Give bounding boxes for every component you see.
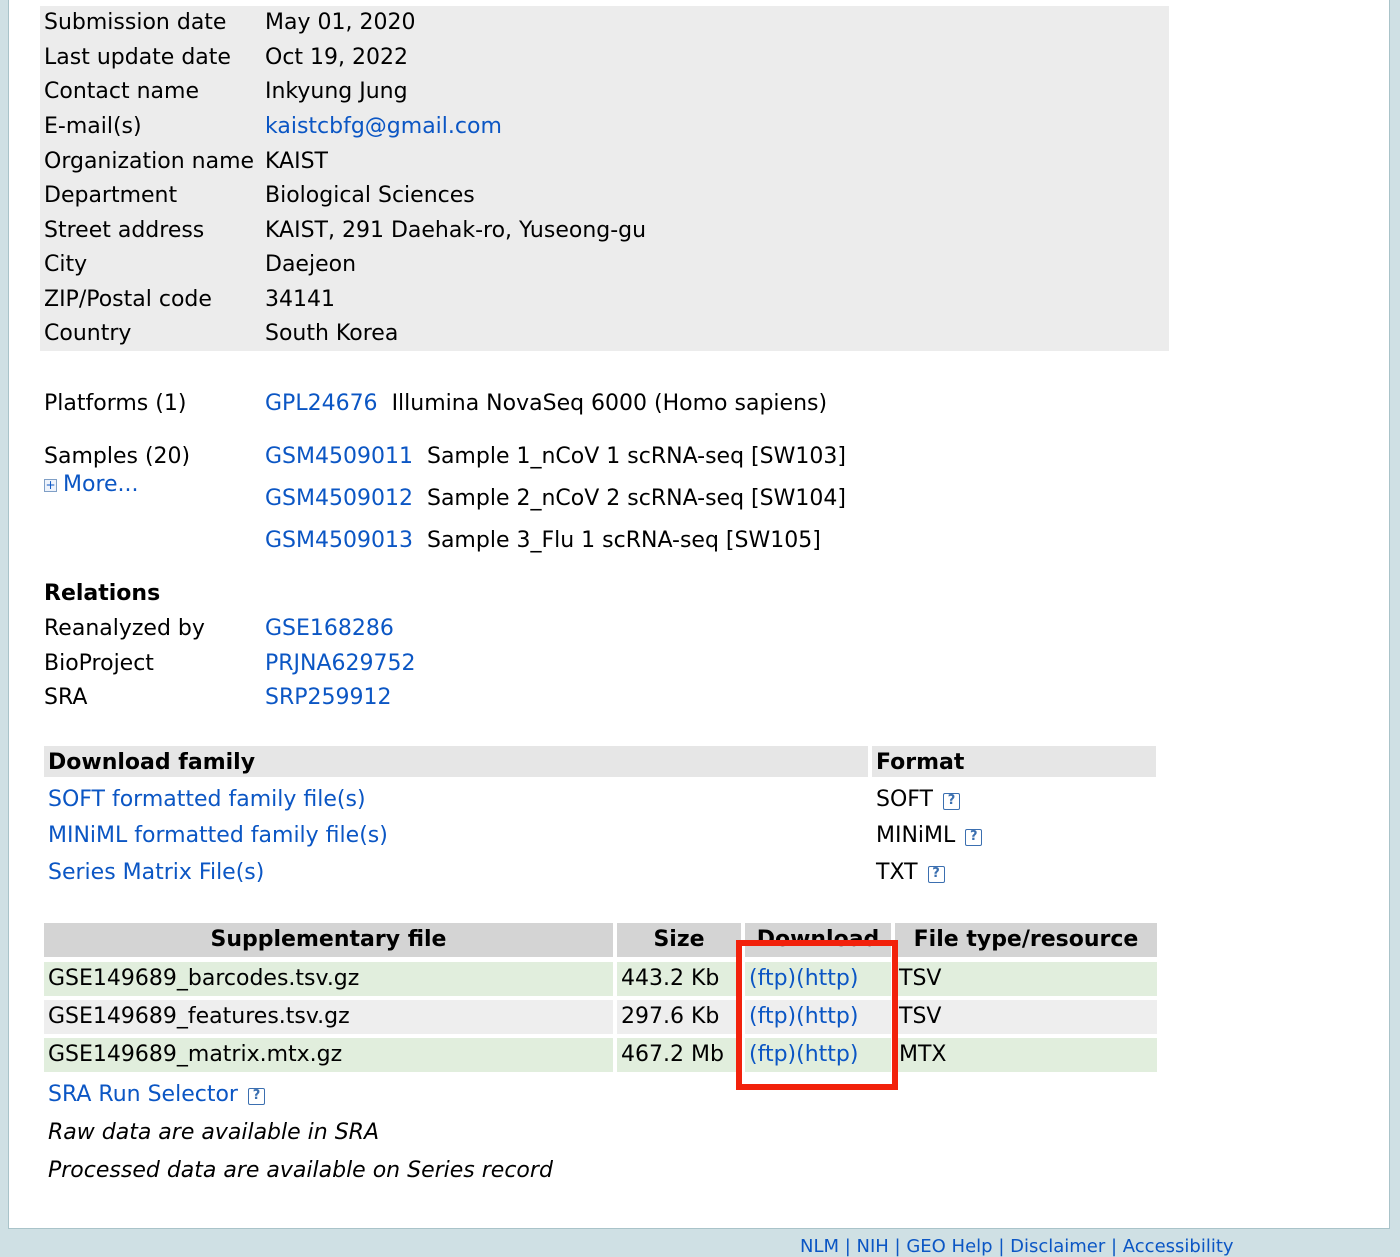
help-icon[interactable]: ? [927,866,945,883]
supp-file-type: TSV [895,1000,1157,1034]
help-icon[interactable]: ? [965,829,983,846]
value-country: South Korea [265,321,399,346]
label-country: Country [44,321,132,346]
format-header: Format [876,750,965,775]
label-submission-date: Submission date [44,10,227,35]
supp-header-type: File type/resource [895,923,1157,957]
format-cell: SOFT? [876,787,960,813]
relation-label: BioProject [44,651,154,676]
sample-link[interactable]: GSM4509013 [265,528,413,553]
supp-header-file: Supplementary file [44,923,613,957]
sample-row: GSM4509013 Sample 3_Flu 1 scRNA-seq [SW1… [265,528,821,554]
format-value: TXT [876,860,918,885]
relation-link-reanalyzed[interactable]: GSE168286 [265,616,394,642]
platform-row: GPL24676 Illumina NovaSeq 6000 (Homo sap… [265,391,827,417]
label-organization: Organization name [44,149,255,174]
relation-label: SRA [44,685,88,710]
value-organization: KAIST [265,149,328,174]
help-icon[interactable]: ? [943,793,960,810]
supp-file-size: 443.2 Kb [617,962,741,996]
supp-header-size: Size [617,923,741,957]
label-city: City [44,252,88,277]
sra-selector-row: SRA Run Selector? [48,1082,265,1108]
processed-data-note: Processed data are available on Series r… [48,1158,553,1183]
label-last-update-date: Last update date [44,45,231,70]
sample-link[interactable]: GSM4509011 [265,444,413,469]
supp-file-name: GSE149689_matrix.mtx.gz [44,1038,613,1072]
supp-file-name: GSE149689_barcodes.tsv.gz [44,962,613,996]
relation-link-bioproject[interactable]: PRJNA629752 [265,651,416,677]
supp-file-type: MTX [895,1038,1157,1072]
miniml-family-link[interactable]: MINiML formatted family file(s) [48,823,388,849]
relations-title: Relations [44,581,161,606]
value-city: Daejeon [265,252,357,277]
raw-data-note: Raw data are available in SRA [48,1120,379,1145]
soft-family-link[interactable]: SOFT formatted family file(s) [48,787,366,813]
download-family-header: Download family [48,750,256,775]
sample-link[interactable]: GSM4509012 [265,486,413,511]
sample-row: GSM4509011 Sample 1_nCoV 1 scRNA-seq [SW… [265,444,846,470]
supp-file-size: 467.2 Mb [617,1038,741,1072]
series-matrix-link[interactable]: Series Matrix File(s) [48,860,264,886]
relation-link-sra[interactable]: SRP259912 [265,685,392,711]
download-highlight-box [736,940,898,1090]
supp-file-type: TSV [895,962,1157,996]
sample-desc: Sample 3_Flu 1 scRNA-seq [SW105] [426,528,821,553]
value-submission-date: May 01, 2020 [265,10,416,35]
platforms-label: Platforms (1) [44,391,187,416]
samples-label: Samples (20) [44,444,191,469]
sra-run-selector-link[interactable]: SRA Run Selector [48,1082,238,1107]
samples-more-link[interactable]: More... [63,472,139,497]
format-value: MINiML [876,823,956,848]
samples-more-toggle[interactable]: + More... [44,472,139,498]
label-department: Department [44,183,178,208]
value-department: Biological Sciences [265,183,475,208]
value-street-address: KAIST, 291 Daehak-ro, Yuseong-gu [265,218,647,243]
email-link[interactable]: kaistcbfg@gmail.com [265,114,502,140]
format-value: SOFT [876,787,933,812]
platform-link[interactable]: GPL24676 [265,391,378,416]
format-cell: MINiML? [876,823,983,849]
relation-label: Reanalyzed by [44,616,205,641]
value-last-update-date: Oct 19, 2022 [265,45,408,70]
sample-desc: Sample 1_nCoV 1 scRNA-seq [SW103] [426,444,846,469]
supp-file-size: 297.6 Kb [617,1000,741,1034]
sample-row: GSM4509012 Sample 2_nCoV 2 scRNA-seq [SW… [265,486,846,512]
label-zip: ZIP/Postal code [44,287,212,312]
platform-desc: Illumina NovaSeq 6000 (Homo sapiens) [391,391,828,416]
label-email: E-mail(s) [44,114,142,139]
expand-plus-icon: + [44,478,57,492]
label-street-address: Street address [44,218,205,243]
value-zip: 34141 [265,287,335,312]
supp-file-name: GSE149689_features.tsv.gz [44,1000,613,1034]
format-cell: TXT? [876,860,945,886]
value-contact-name: Inkyung Jung [265,79,408,104]
footer-links[interactable]: NLM | NIH | GEO Help | Disclaimer | Acce… [800,1236,1234,1257]
label-contact-name: Contact name [44,79,199,104]
help-icon[interactable]: ? [247,1088,265,1105]
sample-desc: Sample 2_nCoV 2 scRNA-seq [SW104] [426,486,846,511]
